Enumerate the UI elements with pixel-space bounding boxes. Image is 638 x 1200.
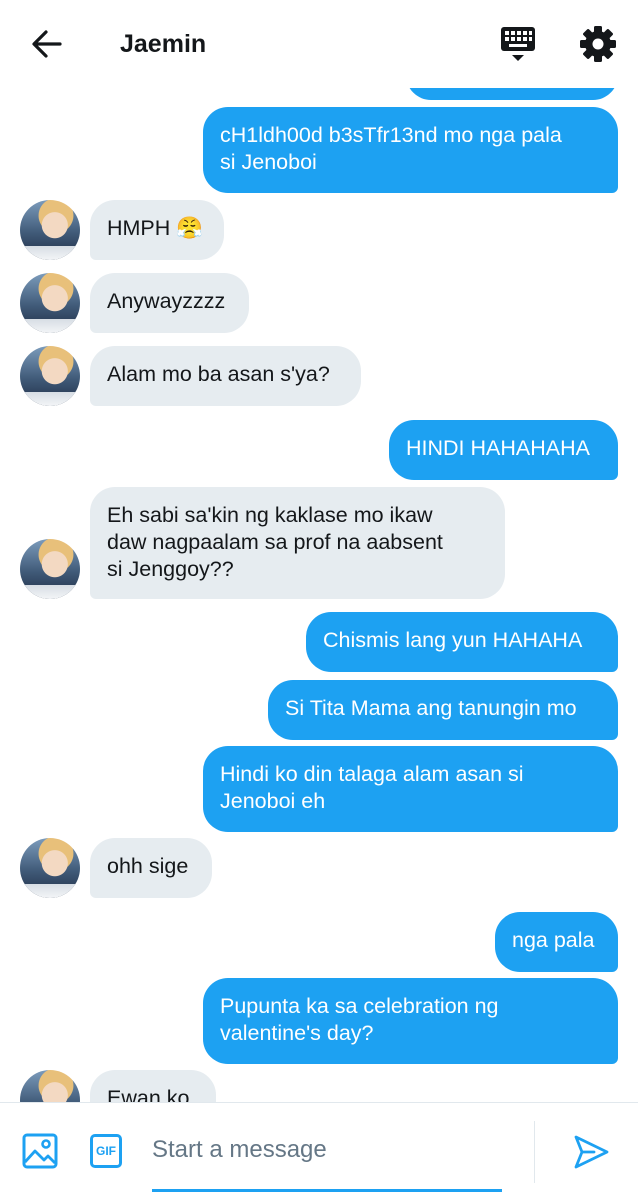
message-bubble-received[interactable]: HMPH 😤 <box>90 200 224 260</box>
add-image-button[interactable] <box>22 1133 58 1169</box>
message-bubble-received[interactable]: Ewan ko <box>90 1070 216 1102</box>
avatar[interactable] <box>20 200 80 260</box>
message-bubble-received[interactable]: Anywayzzzz <box>90 273 249 333</box>
message-bubble-sent[interactable]: Chismis lang yun HAHAHA <box>306 612 618 672</box>
avatar[interactable] <box>20 273 80 333</box>
message-list[interactable]: cH1ldh00d b3sTfr13nd mo nga pala si Jeno… <box>0 0 638 1102</box>
image-icon <box>22 1133 58 1169</box>
message-bubble-sent[interactable]: nga pala <box>495 912 618 972</box>
message-bubble-sent[interactable]: cH1ldh00d b3sTfr13nd mo nga pala si Jeno… <box>203 107 618 193</box>
message-bubble-sent[interactable]: HINDI HAHAHAHA <box>389 420 618 480</box>
input-underline <box>152 1189 502 1192</box>
message-bubble-received[interactable]: ohh sige <box>90 838 212 898</box>
message-bubble-sent[interactable]: Hindi ko din talaga alam asan si Jenoboi… <box>203 746 618 832</box>
back-button[interactable] <box>28 26 66 62</box>
arrow-left-icon <box>32 30 62 58</box>
gear-icon <box>580 26 616 62</box>
settings-button[interactable] <box>578 24 618 64</box>
send-button[interactable] <box>572 1133 610 1171</box>
message-bubble-received[interactable]: Eh sabi sa'kin ng kaklase mo ikaw daw na… <box>90 487 505 599</box>
send-icon <box>574 1135 609 1169</box>
message-bubble-sent[interactable]: Pupunta ka sa celebration ng valentine's… <box>203 978 618 1064</box>
keyboard-button[interactable] <box>498 24 538 64</box>
avatar[interactable] <box>20 1070 80 1102</box>
message-input[interactable] <box>152 1129 500 1171</box>
conversation-title: Jaemin <box>120 30 207 58</box>
message-bubble-received[interactable]: Alam mo ba asan s'ya? <box>90 346 361 406</box>
divider <box>534 1121 535 1183</box>
avatar[interactable] <box>20 346 80 406</box>
gif-button[interactable]: GIF <box>90 1134 122 1168</box>
avatar[interactable] <box>20 838 80 898</box>
conversation-header: Jaemin <box>0 0 638 88</box>
avatar[interactable] <box>20 539 80 599</box>
message-composer: GIF <box>0 1102 638 1200</box>
keyboard-icon <box>501 27 535 61</box>
message-bubble-sent[interactable]: Si Tita Mama ang tanungin mo <box>268 680 618 740</box>
